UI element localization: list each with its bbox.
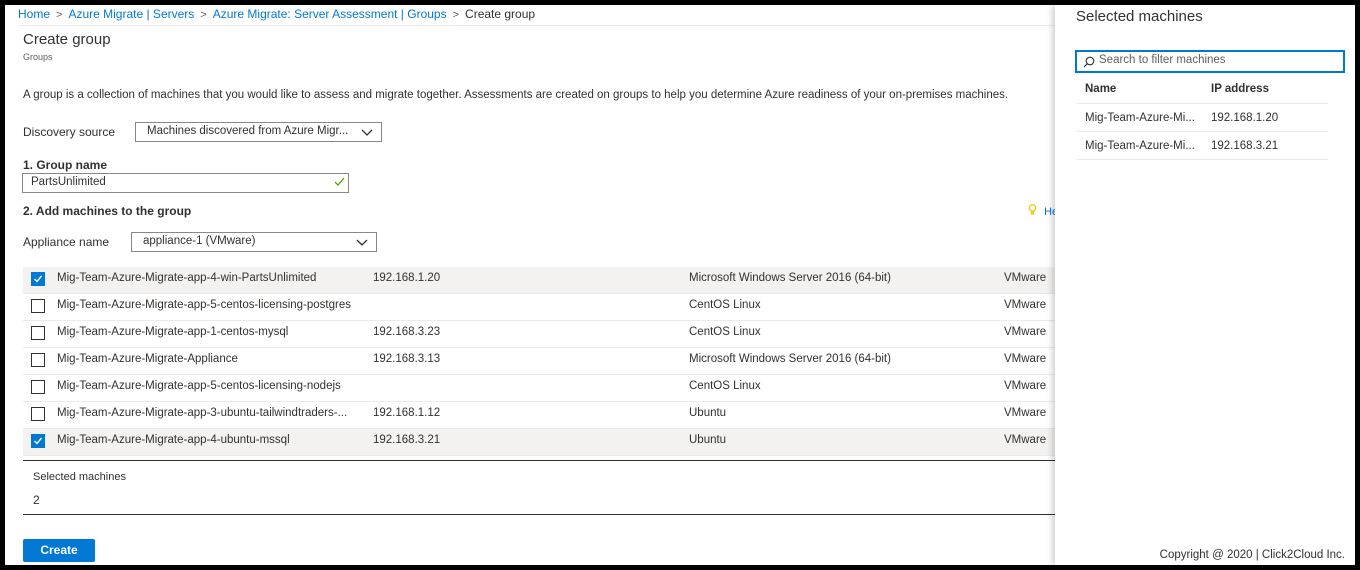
machine-os: Microsoft Windows Server 2016 (64-bit) xyxy=(689,272,891,284)
machine-name: Mig-Team-Azure-Migrate-Appliance xyxy=(57,353,238,365)
machine-os: CentOS Linux xyxy=(689,299,761,311)
machine-ip: 192.168.1.20 xyxy=(373,272,441,284)
selected-machine-ip: 192.168.1.20 xyxy=(1211,112,1279,124)
group-name-label: 1. Group name xyxy=(23,158,108,172)
machine-name: Mig-Team-Azure-Migrate-app-5-centos-lice… xyxy=(57,299,351,311)
machine-grid: Mig-Team-Azure-Migrate-app-4-win-PartsUn… xyxy=(23,267,1055,456)
row-checkbox[interactable] xyxy=(31,380,45,394)
column-header-name[interactable]: Name xyxy=(1085,83,1116,95)
discovery-source-label: Discovery source xyxy=(23,125,116,139)
lightbulb-icon xyxy=(1028,204,1037,215)
row-checkbox[interactable] xyxy=(31,407,45,421)
summary-divider-top xyxy=(23,460,1055,461)
checkmark-icon xyxy=(34,437,43,445)
page-title: Create group xyxy=(23,31,111,48)
machine-source: VMware xyxy=(1004,272,1047,284)
selected-machine-ip: 192.168.3.21 xyxy=(1211,140,1279,152)
panel-title: Selected machines xyxy=(1076,8,1203,25)
appliance-name-value: appliance-1 (VMware) xyxy=(143,235,256,247)
machine-source: VMware xyxy=(1004,353,1047,365)
app-frame: Home > Azure Migrate | Servers > Azure Migra… xyxy=(5,5,1355,565)
discovery-source-dropdown[interactable]: Machines discovered from Azure Migr... xyxy=(135,122,382,142)
group-name-value: PartsUnlimited xyxy=(31,176,106,188)
search-icon xyxy=(1083,56,1095,68)
table-row[interactable]: Mig-Team-Azure-Migrate-app-4-ubuntu-mssq… xyxy=(23,429,1055,456)
row-checkbox[interactable] xyxy=(31,299,45,313)
chevron-right-icon: > xyxy=(200,9,207,21)
page-subtitle: Groups xyxy=(23,52,53,62)
breadcrumb-servers[interactable]: Azure Migrate | Servers xyxy=(68,7,194,21)
create-button[interactable]: Create xyxy=(23,539,95,562)
breadcrumb: Home > Azure Migrate | Servers > Azure Migra… xyxy=(18,7,535,21)
table-row[interactable]: Mig-Team-Azure-Mi... 192.168.3.21 xyxy=(1076,132,1328,160)
breadcrumb-current: Create group xyxy=(465,7,536,21)
machine-name: Mig-Team-Azure-Migrate-app-4-ubuntu-mssq… xyxy=(57,434,290,446)
machine-os: CentOS Linux xyxy=(689,380,761,392)
table-row[interactable]: Mig-Team-Azure-Migrate-app-4-win-PartsUn… xyxy=(23,267,1055,294)
selected-machines-panel: Selected machines Search to filter machi… xyxy=(1055,5,1355,565)
header-divider xyxy=(18,25,1055,26)
selected-machines-count: 2 xyxy=(33,493,40,507)
breadcrumb-home[interactable]: Home xyxy=(18,7,50,21)
machine-os: Microsoft Windows Server 2016 (64-bit) xyxy=(689,353,891,365)
table-row[interactable]: Mig-Team-Azure-Migrate-app-3-ubuntu-tail… xyxy=(23,402,1055,429)
page-description: A group is a collection of machines that… xyxy=(23,89,1009,101)
table-row[interactable]: Mig-Team-Azure-Migrate-app-5-centos-lice… xyxy=(23,375,1055,402)
machine-os: CentOS Linux xyxy=(689,326,761,338)
checkmark-icon xyxy=(34,275,43,283)
machine-source: VMware xyxy=(1004,326,1047,338)
group-name-input[interactable]: PartsUnlimited xyxy=(22,173,349,193)
chevron-right-icon: > xyxy=(56,9,63,21)
table-row[interactable]: Mig-Team-Azure-Migrate-Appliance 192.168.… xyxy=(23,348,1055,375)
machine-source: VMware xyxy=(1004,299,1047,311)
selected-machines-label: Selected machines xyxy=(33,471,126,483)
table-header: Name IP address xyxy=(1076,75,1328,104)
machine-source: VMware xyxy=(1004,407,1047,419)
row-checkbox[interactable] xyxy=(31,272,45,286)
machine-source: VMware xyxy=(1004,434,1047,446)
column-header-ip[interactable]: IP address xyxy=(1211,83,1269,95)
row-checkbox[interactable] xyxy=(31,434,45,448)
copyright: Copyright @ 2020 | Click2Cloud Inc. xyxy=(1159,549,1345,561)
machine-name: Mig-Team-Azure-Migrate-app-3-ubuntu-tail… xyxy=(57,407,348,419)
help-hint[interactable]: He xyxy=(1028,204,1058,218)
add-machines-label: 2. Add machines to the group xyxy=(23,204,192,218)
appliance-name-dropdown[interactable]: appliance-1 (VMware) xyxy=(131,232,377,252)
search-input[interactable]: Search to filter machines xyxy=(1075,50,1345,73)
checkmark-icon xyxy=(334,177,345,186)
machine-ip: 192.168.3.23 xyxy=(373,326,441,338)
machine-name: Mig-Team-Azure-Migrate-app-1-centos-mysq… xyxy=(57,326,289,338)
machine-name: Mig-Team-Azure-Migrate-app-5-centos-lice… xyxy=(57,380,341,392)
selected-machines-table: Name IP address Mig-Team-Azure-Mi... 192.… xyxy=(1076,75,1328,160)
table-row[interactable]: Mig-Team-Azure-Migrate-app-1-centos-mysq… xyxy=(23,321,1055,348)
appliance-name-label: Appliance name xyxy=(23,235,110,249)
chevron-right-icon: > xyxy=(452,9,460,21)
machine-ip: 192.168.3.21 xyxy=(373,434,441,446)
chevron-down-icon xyxy=(356,239,368,246)
machine-ip: 192.168.3.13 xyxy=(373,353,441,365)
breadcrumb-groups[interactable]: Azure Migrate: Server Assessment | Group… xyxy=(213,7,447,21)
machine-os: Ubuntu xyxy=(689,407,727,419)
machine-source: VMware xyxy=(1004,380,1047,392)
machine-name: Mig-Team-Azure-Migrate-app-4-win-PartsUn… xyxy=(57,272,317,284)
search-placeholder: Search to filter machines xyxy=(1099,54,1226,66)
table-row[interactable]: Mig-Team-Azure-Mi... 192.168.1.20 xyxy=(1076,104,1328,132)
machine-ip: 192.168.1.12 xyxy=(373,407,441,419)
row-checkbox[interactable] xyxy=(31,326,45,340)
row-checkbox[interactable] xyxy=(31,353,45,367)
selected-machine-name: Mig-Team-Azure-Mi... xyxy=(1085,140,1195,152)
discovery-source-value: Machines discovered from Azure Migr... xyxy=(147,125,349,137)
summary-divider-bottom xyxy=(23,514,1055,515)
machine-os: Ubuntu xyxy=(689,434,727,446)
selected-machine-name: Mig-Team-Azure-Mi... xyxy=(1085,112,1195,124)
chevron-down-icon xyxy=(361,129,373,136)
table-row[interactable]: Mig-Team-Azure-Migrate-app-5-centos-lice… xyxy=(23,294,1055,321)
